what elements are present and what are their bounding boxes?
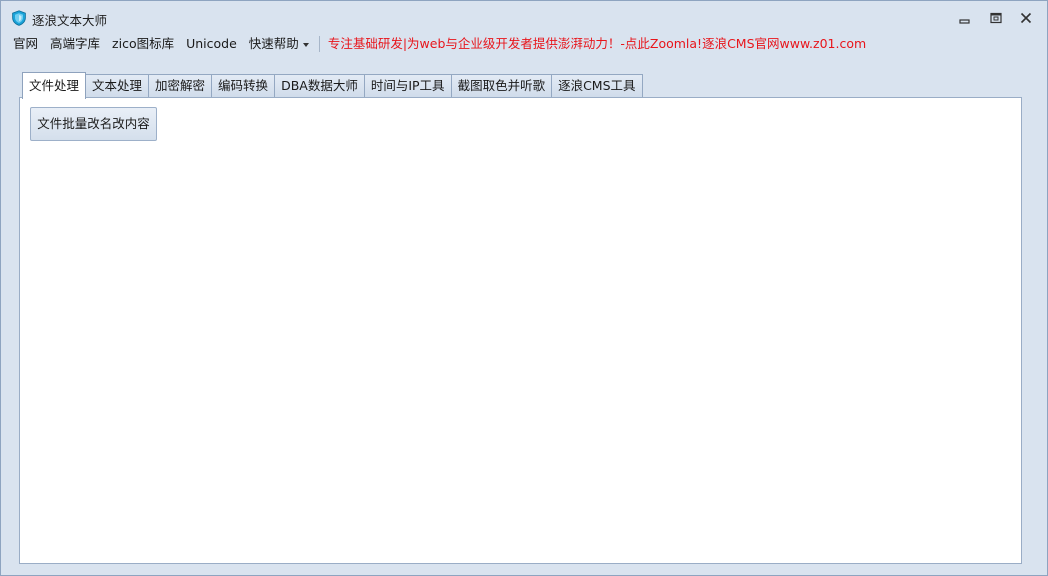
menu-separator <box>318 36 320 52</box>
window-title: 逐浪文本大师 <box>32 13 108 28</box>
tab-time-ip-tools[interactable]: 时间与IP工具 <box>363 74 452 98</box>
promo-link[interactable]: 专注基础研发|为web与企业级开发者提供澎湃动力！-点此Zoomla!逐浪CMS… <box>326 33 868 55</box>
tab-strip: 文件处理 文本处理 加密解密 编码转换 DBA数据大师 时间与IP工具 截图取色… <box>22 71 643 99</box>
tab-content-panel: 文件批量改名改内容 <box>19 97 1022 564</box>
tab-encoding-convert[interactable]: 编码转换 <box>211 74 276 98</box>
tab-file-processing[interactable]: 文件处理 <box>22 72 87 99</box>
tab-encrypt-decrypt[interactable]: 加密解密 <box>148 74 213 98</box>
batch-rename-button[interactable]: 文件批量改名改内容 <box>30 107 157 141</box>
maximize-icon[interactable] <box>987 10 1005 26</box>
menu-item-font-library[interactable]: 高端字库 <box>44 33 106 55</box>
menu-item-official-site[interactable]: 官网 <box>7 33 44 55</box>
title-bar[interactable]: 逐浪文本大师 <box>1 1 1047 33</box>
menu-item-unicode[interactable]: Unicode <box>180 33 243 55</box>
minimize-icon[interactable] <box>956 10 974 26</box>
menu-bar: 官网 高端字库 zico图标库 Unicode 快速帮助 专注基础研发|为web… <box>7 33 868 55</box>
tab-cms-tools[interactable]: 逐浪CMS工具 <box>551 74 643 98</box>
app-window: 逐浪文本大师 官网 高端字库 zico图标库 Unicode 快速帮助 专注基础… <box>0 0 1048 576</box>
tab-screenshot-color-music[interactable]: 截图取色并听歌 <box>450 74 553 98</box>
menu-item-quick-help[interactable]: 快速帮助 <box>243 33 315 55</box>
close-icon[interactable] <box>1017 10 1035 26</box>
menu-item-zico-icons[interactable]: zico图标库 <box>106 33 180 55</box>
tab-text-processing[interactable]: 文本处理 <box>85 74 150 98</box>
shield-icon <box>11 10 27 26</box>
tab-dba-master[interactable]: DBA数据大师 <box>274 74 365 98</box>
